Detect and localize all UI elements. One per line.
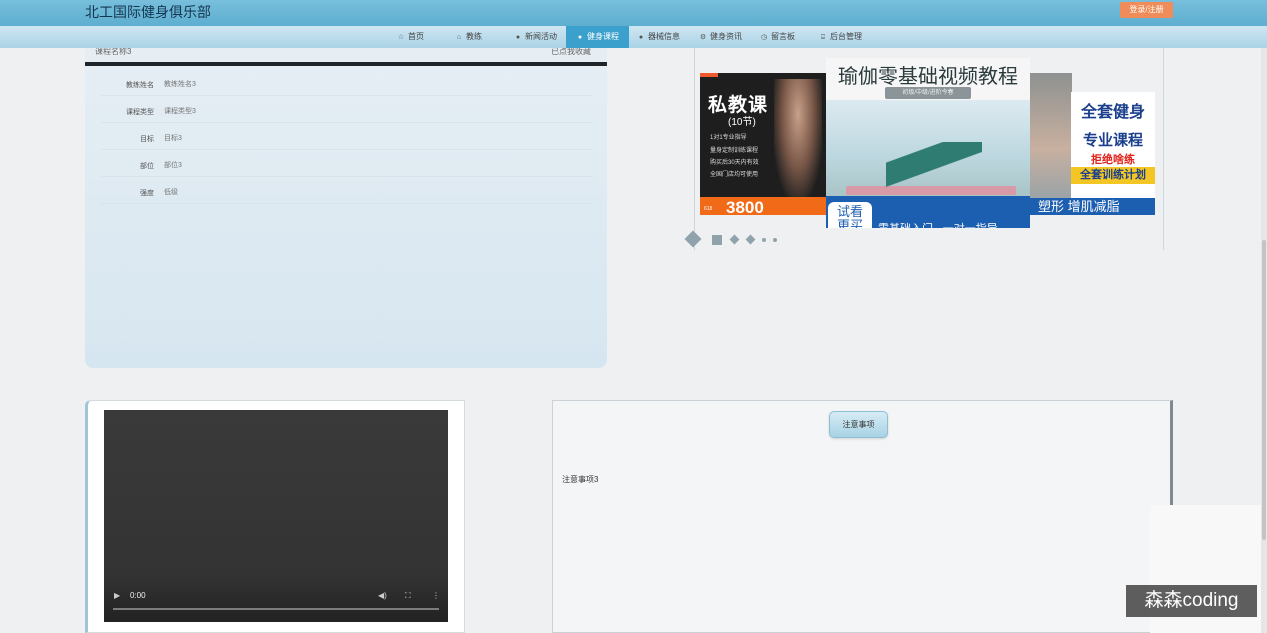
scrollbar-thumb[interactable] [1262, 240, 1266, 540]
slide-line: 购买后30天内有效 [710, 160, 759, 166]
play-icon[interactable]: ▶ [114, 591, 120, 600]
slide-line: 专业课程 [1082, 132, 1143, 149]
nav-news[interactable]: ● 新闻活动 [514, 26, 557, 48]
info-value: 课程类型3 [164, 108, 196, 115]
banner-slide-yoga[interactable]: 瑜伽零基础视频教程 初级/中级/进阶今春 试看更买 零基础入门 · 一对一指导 [826, 58, 1030, 228]
slide-subtitle: (10节) [728, 117, 756, 128]
slide-line: 1对1专业指导 [710, 135, 747, 141]
notes-badge: 注意事项 [829, 411, 888, 438]
slide-tagline: 塑形 增肌减脂 [1030, 198, 1155, 215]
info-row-intensity: 强度 低级 [101, 177, 593, 204]
course-detail-card: 课程名称3 已点我收藏 教练姓名 教练姓名3 课程类型 课程类型3 目标 目标3… [85, 48, 607, 368]
slide-title: 瑜伽零基础视频教程 [838, 66, 1018, 88]
divider [85, 62, 607, 66]
info-row-type: 课程类型 课程类型3 [101, 96, 593, 123]
yoga-pose [886, 142, 982, 188]
banner-slide-partial [1030, 73, 1072, 199]
slide-line: 量身定制训练课程 [710, 148, 759, 154]
more-icon[interactable]: ⋮ [432, 591, 440, 600]
info-value: 部位3 [164, 162, 182, 169]
slide-price: 3800 [726, 198, 764, 215]
slide-line: 拒绝啥练 [1091, 154, 1135, 166]
info-label: 教练姓名 [126, 82, 154, 89]
clock-icon: ◷ [760, 34, 768, 41]
video-progress-track[interactable] [113, 608, 439, 610]
indicator-dot[interactable] [745, 234, 756, 245]
info-row-coach: 教练姓名 教练姓名3 [101, 69, 593, 96]
slide-tag: 618 [704, 206, 713, 212]
info-row-part: 部位 部位3 [101, 150, 593, 177]
banner-slide-full-course[interactable]: 全套健身 专业课程 拒绝啥练 全套训练计划 [1071, 92, 1155, 198]
try-watch-badge: 试看 更买 [828, 202, 872, 228]
main-nav: ☆ 首页 ⌂ 教练 ● 新闻活动 ● 健身课程 ● 器械信息 ⚙ 健身资讯 ◷ 留言板 ⌹ 后台… [0, 26, 1267, 48]
info-label: 目标 [140, 136, 154, 143]
video-player[interactable]: ▶ 0:00 ◀) ⛶ ⋮ [104, 410, 448, 622]
nav-fitness-news[interactable]: ⚙ 健身资讯 [699, 26, 742, 48]
indicator-dot[interactable] [729, 234, 740, 245]
info-row-goal: 目标 目标3 [101, 123, 593, 150]
slide-tip: 零基础入门 · 一对一指导 [878, 220, 998, 228]
indicator-dot[interactable] [762, 238, 766, 242]
site-brand[interactable]: 北工国际健身俱乐部 [85, 2, 211, 22]
nav-message-board[interactable]: ◷ 留言板 [760, 26, 795, 48]
nav-home[interactable]: ☆ 首页 [397, 26, 424, 48]
info-value: 教练姓名3 [164, 81, 196, 88]
favorite-link[interactable]: 已点我收藏 [551, 48, 591, 57]
notes-text: 注意事项3 [562, 475, 599, 484]
gear-icon: ⚙ [699, 34, 707, 41]
dot-icon: ● [577, 34, 583, 41]
nav-coach[interactable]: ⌂ 教练 [455, 26, 482, 48]
indicator-dot[interactable] [773, 238, 777, 242]
indicator-dot[interactable] [684, 230, 702, 248]
video-time: 0:00 [130, 591, 146, 600]
carousel-indicators [684, 230, 794, 250]
info-label: 强度 [140, 190, 154, 197]
star-icon: ☆ [397, 34, 405, 41]
fullscreen-icon[interactable]: ⛶ [405, 591, 411, 601]
indicator-dot[interactable] [712, 235, 722, 245]
volume-icon[interactable]: ◀) [378, 591, 387, 600]
home-icon: ⌂ [456, 34, 462, 41]
info-icon: ● [515, 34, 521, 41]
trainer-photo [774, 79, 822, 197]
nav-courses[interactable]: ● 健身课程 [566, 26, 629, 48]
slide-subtitle: 初级/中级/进阶今春 [885, 87, 971, 99]
nav-equipment[interactable]: ● 器械信息 [637, 26, 680, 48]
info-value: 目标3 [164, 135, 182, 142]
nav-admin[interactable]: ⌹ 后台管理 [819, 26, 862, 48]
lock-icon: ⌹ [820, 34, 826, 41]
course-name: 课程名称3 [95, 48, 132, 56]
banner-slide-private-coaching[interactable]: 私教课 (10节) 1对1专业指导 量身定制训练课程 购买后30天内有效 全国门… [700, 73, 828, 215]
info-label: 课程类型 [126, 109, 154, 116]
slide-line: 全国门店均可使用 [710, 172, 759, 178]
price-bar [700, 197, 828, 215]
login-register-button[interactable]: 登录/注册 [1120, 2, 1173, 18]
info-value: 低级 [164, 189, 178, 196]
top-header: 北工国际健身俱乐部 登录/注册 [0, 0, 1267, 26]
ribbon [700, 73, 718, 77]
info-label: 部位 [140, 163, 154, 170]
info-icon: ● [638, 34, 644, 41]
slide-line: 全套健身 [1080, 104, 1145, 121]
slide-line: 全套训练计划 [1071, 167, 1155, 184]
watermark: 森森coding [1126, 585, 1257, 617]
